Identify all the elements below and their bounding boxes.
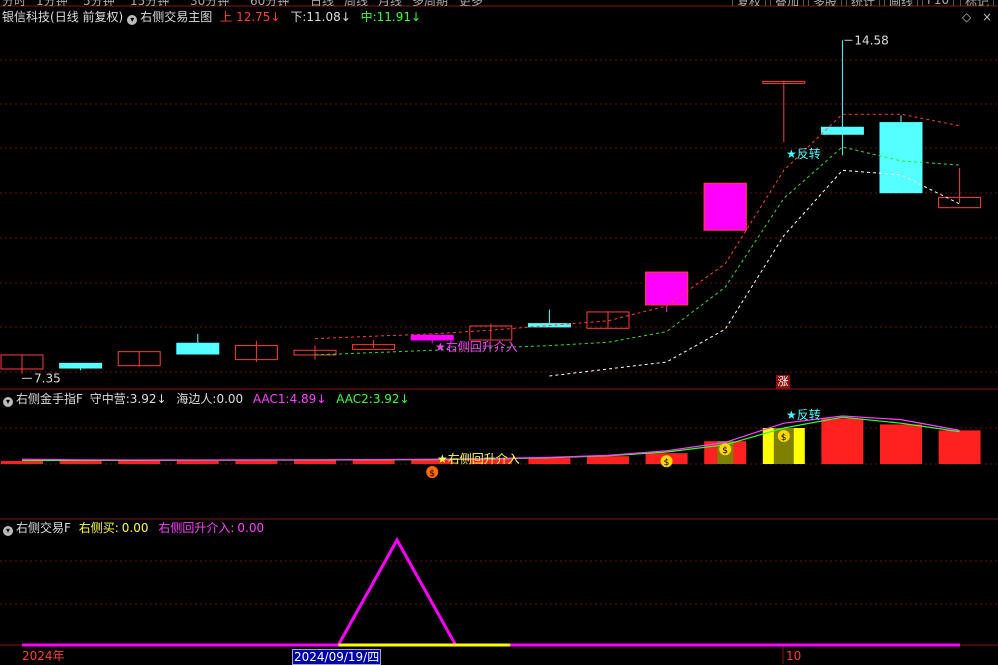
xaxis-cursor-date: 2024/09/19/四 <box>292 649 382 665</box>
menu-item-3[interactable]: 15分钟 <box>130 0 169 6</box>
buy-label: 右侧买: <box>78 521 119 535</box>
expand-icon[interactable]: ◇ <box>962 10 971 24</box>
money-bag-icon-glyph: $ <box>781 433 787 443</box>
lower-label: 下: <box>290 10 307 24</box>
limit-up-badge: 涨 <box>776 375 790 389</box>
period-menu: 分时 1分钟 5分钟 15分钟 30分钟 60分钟 日线 周线 月线 多周期 更多 复权叠加多股统计画… <box>0 0 998 6</box>
upper-label: 上 <box>220 10 233 24</box>
reverse-signal-mid: ★反转 <box>786 408 821 422</box>
bottom-indicator-name[interactable]: 右侧交易F <box>16 521 71 535</box>
chart-canvas[interactable]: 14.58 7.35 $ $ $ $ <box>0 0 998 664</box>
menu-item-9[interactable]: 多周期 <box>412 0 448 6</box>
entry-signal-mid: ★右侧回升介入 <box>437 452 520 466</box>
kline-window: 14.58 7.35 $ $ $ $ 分时 1分钟 5分钟 15分钟 30分钟 60分钟 日线 周线 月线… <box>0 0 998 665</box>
low-price-label: 7.35 <box>34 371 61 385</box>
close-icon[interactable]: × <box>982 10 992 24</box>
aac1-label: AAC1: <box>252 392 290 406</box>
menu-item-6[interactable]: 日线 <box>310 0 334 6</box>
entry-signal-line <box>337 536 515 647</box>
lower-value: 11.08 <box>306 10 341 24</box>
guard-label: 守中营: <box>89 392 130 406</box>
period-label: (日线 前复权) <box>50 10 124 24</box>
mid-value: 11.91 <box>376 10 412 24</box>
menu-item-8[interactable]: 月线 <box>378 0 402 6</box>
mid-bar <box>118 461 161 464</box>
high-price-label: 14.58 <box>854 33 888 47</box>
stock-name[interactable]: 银信科技 <box>2 10 50 24</box>
indicator-toggle-icon[interactable]: ▾ <box>127 15 138 25</box>
indicator-toggle-icon[interactable]: ▾ <box>3 526 13 536</box>
menu-item-2[interactable]: 5分钟 <box>83 0 115 6</box>
toolbar-button-1[interactable]: 叠加 <box>770 0 805 6</box>
lower-band-line <box>549 169 960 377</box>
menu-item-10[interactable]: 更多 <box>459 0 483 6</box>
mid-bar <box>294 460 336 464</box>
entry-value: 0.00 <box>237 521 265 535</box>
mid-band-line <box>314 146 960 356</box>
menu-item-1[interactable]: 1分钟 <box>36 0 68 6</box>
mid-bar <box>176 461 219 464</box>
sea-value: 0.00 <box>216 392 244 406</box>
xaxis-year: 2024年 <box>22 649 65 663</box>
menu-item-4[interactable]: 30分钟 <box>190 0 229 6</box>
candle-body <box>820 126 864 135</box>
indicator-toggle-icon[interactable]: ▾ <box>3 397 13 407</box>
aac2-arrow-icon: ↓ <box>399 392 410 406</box>
aac2-label: AAC2: <box>336 392 373 406</box>
candle-body <box>176 342 220 355</box>
mid-bar <box>938 430 981 464</box>
menu-item-5[interactable]: 60分钟 <box>250 0 289 6</box>
candle-limit-core <box>717 183 734 231</box>
buy-value: 0.00 <box>121 521 149 535</box>
mid-bar <box>528 458 571 464</box>
bottom-header: ▾ 右侧交易F 右侧买: 0.00 右侧回升介入: 0.00 <box>2 521 264 536</box>
upper-arrow-icon: ↓ <box>270 10 281 24</box>
guard-arrow-icon: ↓ <box>156 392 167 406</box>
mid-header: ▾ 右侧金手指F 守中营:3.92↓ 海边人:0.00 AAC1:4.89↓ AA… <box>2 392 410 407</box>
money-bag-icon-glyph: $ <box>664 458 670 468</box>
aac1-value: 4.89 <box>289 392 317 406</box>
toolbar-button-6[interactable]: 标记 <box>960 0 995 6</box>
mid-indicator-name[interactable]: 右侧金手指F <box>16 392 83 406</box>
toolbar-button-3[interactable]: 统计 <box>846 0 881 6</box>
main-header: 银信科技(日线 前复权) ▾ 右侧交易主图 上 12.75↓ 下:11.08↓ 中:1… <box>2 10 421 25</box>
main-indicator-name[interactable]: 右侧交易主图 <box>140 10 212 24</box>
lower-arrow-icon: ↓ <box>340 10 351 24</box>
toolbar-button-2[interactable]: 多股 <box>808 0 843 6</box>
candle-limit-core <box>658 272 675 305</box>
reverse-signal-main: ★反转 <box>786 147 821 161</box>
menu-item-7[interactable]: 周线 <box>344 0 368 6</box>
toolbar-button-4[interactable]: 画线 <box>884 0 919 6</box>
xaxis-month: 10 <box>786 649 802 663</box>
entry-label: 右侧回升介入: <box>158 521 235 535</box>
mid-bar <box>59 461 102 464</box>
candle-body <box>59 362 103 369</box>
toolbar-button-5[interactable]: F10 <box>922 0 955 6</box>
aac2-value: 3.92 <box>372 392 400 406</box>
money-bag-icon-glyph: $ <box>429 469 435 479</box>
sea-label: 海边人: <box>176 392 217 406</box>
aac1-arrow-icon: ↓ <box>316 392 327 406</box>
guard-value: 3.92 <box>129 392 157 406</box>
mid-bar <box>235 460 278 464</box>
toolbar-button-0[interactable]: 复权 <box>732 0 767 6</box>
mid-bar <box>587 456 629 464</box>
mid-arrow-icon: ↓ <box>411 10 422 24</box>
entry-signal-main: ★右侧回升介入 <box>435 340 518 354</box>
upper-value: 12.75 <box>236 10 271 24</box>
mid-label: 中: <box>360 10 377 24</box>
mid-bar <box>880 424 922 464</box>
mid-bar <box>352 460 395 464</box>
mid-bar <box>821 418 864 464</box>
menu-item-0[interactable]: 分时 <box>2 0 26 6</box>
mid-bar <box>1 461 43 464</box>
money-bag-icon-glyph: $ <box>722 446 728 456</box>
